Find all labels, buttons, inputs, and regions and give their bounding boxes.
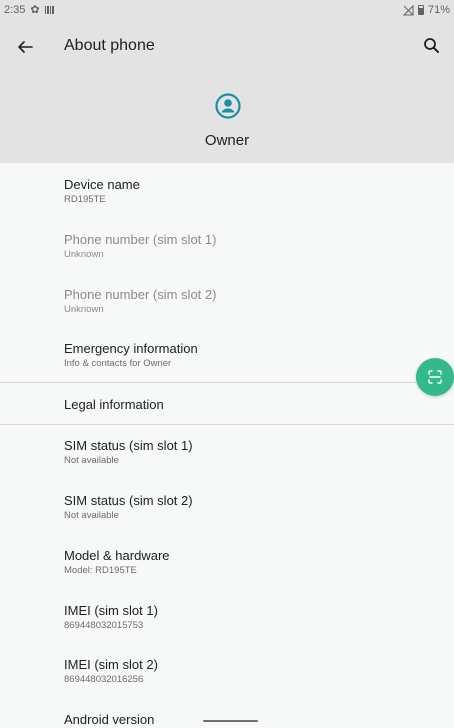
item-title: Phone number (sim slot 2) <box>64 287 217 302</box>
item-title: Emergency information <box>64 341 198 356</box>
account-circle-icon <box>215 93 241 119</box>
status-left: 2:35 ✿ <box>4 4 54 16</box>
item-title: IMEI (sim slot 1) <box>64 603 158 618</box>
list-item-device-name[interactable]: Device name RD195TE <box>64 177 424 207</box>
settings-gear-icon: ✿ <box>30 3 40 16</box>
item-title: SIM status (sim slot 1) <box>64 438 193 453</box>
item-title: Legal information <box>64 397 164 412</box>
divider <box>0 382 454 383</box>
item-subtitle: RD195TE <box>64 194 106 205</box>
scan-fab-button[interactable] <box>416 358 454 396</box>
owner-name: Owner <box>204 132 250 149</box>
back-arrow-icon[interactable] <box>14 36 36 58</box>
search-icon[interactable] <box>422 36 442 56</box>
status-time: 2:35 <box>4 4 26 16</box>
item-subtitle: Not available <box>64 510 119 521</box>
status-bar: 2:35 ✿ 71% <box>0 0 454 22</box>
scan-icon <box>428 370 442 384</box>
barcode-icon <box>44 6 54 14</box>
signal-off-icon <box>402 4 414 15</box>
item-title: IMEI (sim slot 2) <box>64 657 158 672</box>
list-item-model-hardware[interactable]: Model & hardware Model: RD195TE <box>64 548 424 578</box>
list-item-legal-information[interactable]: Legal information <box>64 397 424 413</box>
list-item-emergency-information[interactable]: Emergency information Info & contacts fo… <box>64 341 424 371</box>
list-item-phone-number-sim2[interactable]: Phone number (sim slot 2) Unknown <box>64 287 424 317</box>
navigation-handle[interactable] <box>203 720 258 722</box>
item-subtitle: Unknown <box>64 304 104 315</box>
list-item-sim-status-sim1[interactable]: SIM status (sim slot 1) Not available <box>64 438 424 468</box>
divider <box>0 424 454 425</box>
item-title: Phone number (sim slot 1) <box>64 232 217 247</box>
list-item-sim-status-sim2[interactable]: SIM status (sim slot 2) Not available <box>64 493 424 523</box>
item-title: Device name <box>64 177 140 192</box>
item-subtitle: 869448032015753 <box>64 620 144 631</box>
item-title: Model & hardware <box>64 548 170 563</box>
item-subtitle: Unknown <box>64 249 104 260</box>
list-item-imei-sim1[interactable]: IMEI (sim slot 1) 869448032015753 <box>64 603 424 633</box>
item-subtitle: Model: RD195TE <box>64 565 137 576</box>
item-title: SIM status (sim slot 2) <box>64 493 193 508</box>
page-title: About phone <box>64 37 155 54</box>
item-subtitle: 869448032016256 <box>64 674 144 685</box>
list-item-imei-sim2[interactable]: IMEI (sim slot 2) 869448032016256 <box>64 657 424 687</box>
battery-percent: 71% <box>427 4 450 16</box>
item-subtitle: Info & contacts for Owner <box>64 358 172 369</box>
app-bar: About phone <box>0 22 454 72</box>
list-item-phone-number-sim1[interactable]: Phone number (sim slot 1) Unknown <box>64 232 424 262</box>
status-right: 71% <box>402 4 450 16</box>
battery-icon <box>417 5 424 15</box>
item-subtitle: Not available <box>64 455 119 466</box>
